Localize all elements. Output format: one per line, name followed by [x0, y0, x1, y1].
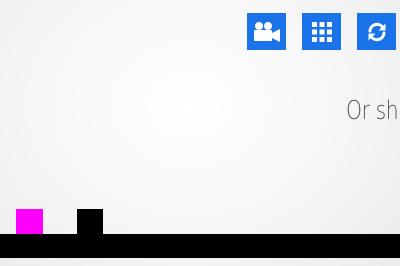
- video-button[interactable]: [247, 13, 286, 50]
- grid-icon: [311, 21, 332, 42]
- hint-text: Or sh: [346, 96, 399, 126]
- restart-button[interactable]: [357, 13, 396, 50]
- ground-platform: [0, 234, 400, 258]
- toolbar: [247, 13, 400, 51]
- video-camera-icon: [252, 21, 282, 43]
- obstacle-block: [77, 209, 103, 234]
- game-scene[interactable]: Or sh: [0, 0, 400, 266]
- refresh-icon: [365, 20, 389, 44]
- player-square: [16, 209, 43, 234]
- level-grid-button[interactable]: [302, 13, 341, 50]
